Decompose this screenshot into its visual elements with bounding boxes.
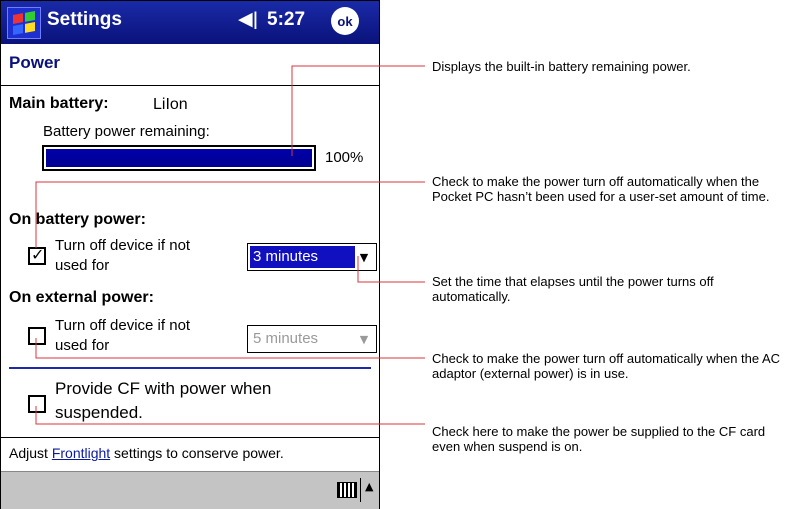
callout-line-battery (291, 65, 425, 156)
callout-line-timeout (357, 256, 425, 283)
callout-timeout: Set the time that elapses until the powe… (432, 274, 714, 304)
callout-battery-autooff: Check to make the power turn off automat… (432, 174, 770, 204)
callout-external-autooff: Check to make the power turn off automat… (432, 351, 781, 381)
callout-line-cf (35, 406, 425, 425)
callout-line-external-autooff (35, 338, 425, 359)
callout-line-battery-autooff (35, 181, 425, 248)
callout-cf: Check here to make the power be supplied… (432, 424, 766, 454)
callout-battery: Displays the built-in battery remaining … (432, 59, 691, 74)
